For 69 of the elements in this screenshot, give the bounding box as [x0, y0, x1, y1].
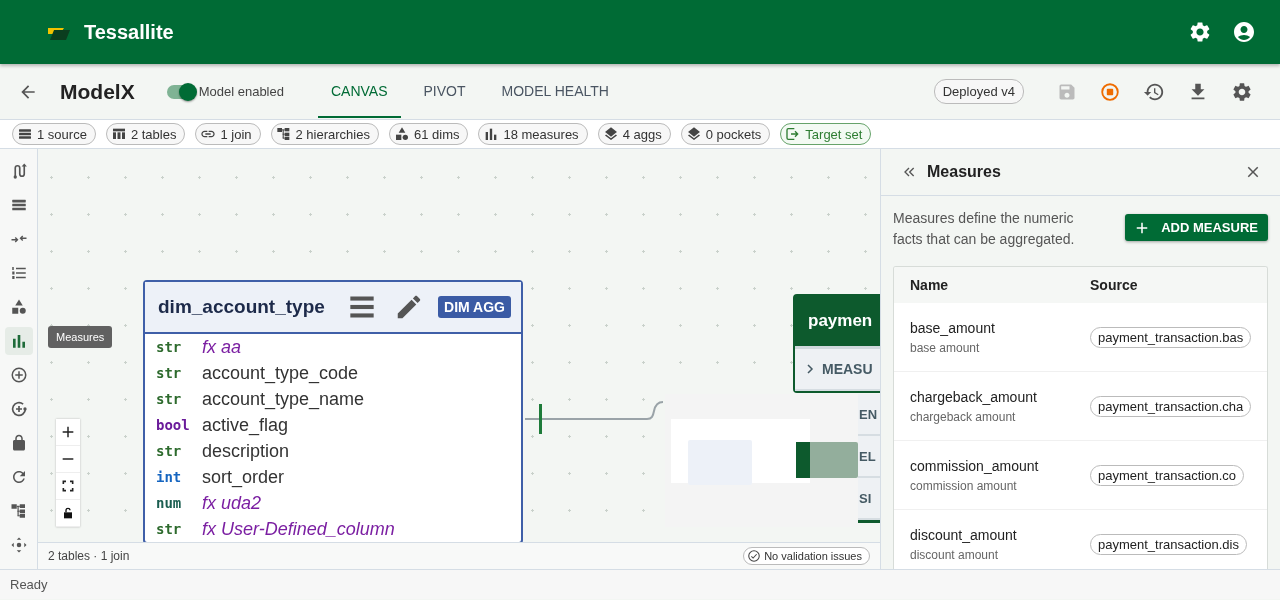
table-icon	[110, 126, 127, 142]
measure-caption: base amount	[910, 340, 981, 355]
stat-chip[interactable]: 2 hierarchies	[270, 123, 379, 145]
layers-icon	[685, 126, 702, 142]
measure-caption: commission amount	[910, 478, 1018, 493]
validation-chip: No validation issues	[743, 547, 870, 565]
stat-chip[interactable]: 1 join	[195, 123, 261, 145]
deployed-badge: Deployed v4	[933, 79, 1024, 104]
stat-chip[interactable]: 61 dims	[388, 123, 469, 145]
stop-icon[interactable]	[1099, 80, 1121, 103]
fact-table-card[interactable]: paymen MEASU	[793, 294, 880, 393]
column-type: bool	[156, 417, 191, 433]
measure-name: commission_amount	[910, 457, 1040, 474]
column-name: fx aa	[202, 336, 242, 358]
table-name: dim_account_type	[158, 296, 326, 318]
column-name: fx User-Defined_column	[202, 518, 395, 540]
measure-caption: discount amount	[910, 547, 1000, 562]
column-name: sort_order	[202, 466, 285, 488]
canvas-summary: 2 tables · 1 join	[48, 549, 130, 563]
measure-name: base_amount	[910, 319, 996, 336]
model-name: ModelX	[60, 79, 135, 104]
tab[interactable]: MODEL HEALTH	[488, 65, 622, 118]
column-name: active_flag	[202, 414, 289, 436]
column-name: account_type_name	[202, 388, 365, 410]
stat-chip[interactable]: 4 aggs	[597, 123, 671, 145]
column-type: str	[156, 443, 183, 459]
measure-name: chargeback_amount	[910, 388, 1038, 405]
status-text: Ready	[10, 577, 48, 592]
column-name: fx uda2	[202, 492, 262, 514]
column-type: num	[156, 495, 183, 511]
column-type: str	[156, 339, 183, 355]
stat-chip[interactable]: 0 pockets	[680, 123, 771, 145]
settings-icon[interactable]	[1188, 20, 1212, 44]
layers-icon	[602, 126, 619, 142]
check-circle-icon	[747, 549, 762, 563]
stat-chip[interactable]: 18 measures	[478, 123, 588, 145]
stat-chip[interactable]: 2 tables	[105, 123, 186, 145]
list-icon	[17, 126, 33, 142]
stat-chip[interactable]: 1 source	[12, 123, 96, 145]
column-type: str	[156, 521, 183, 537]
hierarchy-icon	[275, 126, 292, 142]
account-icon[interactable]	[1232, 20, 1256, 44]
toggle-switch[interactable]	[166, 84, 195, 99]
column-header: Name	[909, 277, 950, 293]
column-header: Source	[1090, 277, 1138, 293]
table-badge: DIM AGG	[438, 296, 511, 318]
plus-icon	[1135, 220, 1150, 235]
toggle-label: Model enabled	[198, 84, 284, 99]
column-type: str	[156, 365, 183, 381]
settings-icon[interactable]	[1231, 80, 1253, 103]
measure-name: discount_amount	[910, 526, 1018, 543]
table-card[interactable]: dim_account_type DIM AGG str fx aa str account_type_code str account_type_name bool active_flag str description int sort_order num fx uda2 str fx User-Defined_column	[143, 280, 523, 542]
column-name: description	[202, 440, 290, 462]
shapes-icon	[393, 126, 410, 142]
tab[interactable]: PIVOT	[410, 65, 479, 118]
panel-title: Measures	[927, 163, 1002, 181]
panel-description: Measures define the numeric facts that can be aggregated.	[893, 209, 1076, 249]
table-name: paymen	[795, 296, 880, 349]
bar-chart-icon[interactable]	[4, 327, 33, 355]
stat-chip[interactable]: Target set	[780, 123, 872, 145]
column-type: int	[156, 469, 183, 485]
add-measure-button[interactable]: ADD MEASURE	[1125, 214, 1268, 241]
tooltip: Measures	[48, 326, 113, 348]
column-name: account_type_code	[202, 362, 359, 384]
chevron-right-icon	[804, 363, 816, 375]
measure-caption: chargeback amount	[910, 409, 1017, 424]
tab[interactable]: CANVAS	[317, 65, 401, 118]
app-title: Tessallite	[84, 20, 174, 44]
column-type: str	[156, 391, 183, 407]
